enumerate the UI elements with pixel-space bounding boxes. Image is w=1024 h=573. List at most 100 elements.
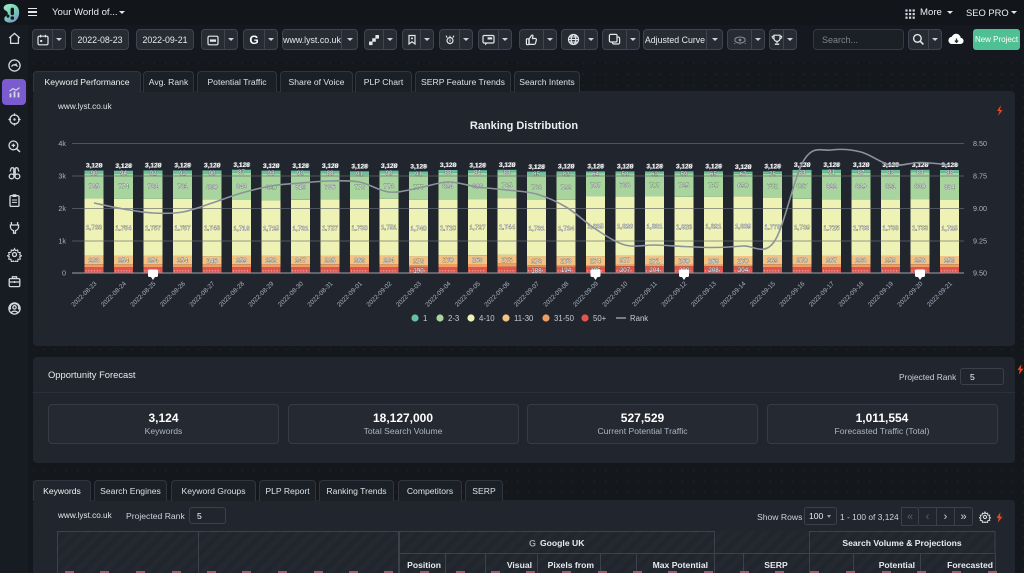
svg-text:3,128: 3,128 [469, 162, 486, 169]
svg-text:1,828: 1,828 [676, 224, 692, 231]
svg-text:91: 91 [356, 171, 363, 178]
svg-text:9.50: 9.50 [973, 269, 987, 278]
svg-text:246: 246 [207, 258, 218, 265]
svg-text:3,128: 3,128 [941, 162, 958, 169]
svg-text:263: 263 [856, 258, 867, 265]
svg-text:8.75: 8.75 [973, 172, 987, 181]
svg-text:1,754: 1,754 [116, 225, 132, 232]
svg-text:792: 792 [561, 184, 572, 191]
svg-text:773: 773 [384, 184, 395, 191]
svg-text:1,839: 1,839 [735, 224, 751, 231]
svg-text:810: 810 [295, 184, 306, 191]
svg-text:3k: 3k [58, 172, 66, 181]
svg-text:822: 822 [826, 184, 837, 191]
svg-text:3,128: 3,128 [587, 164, 604, 171]
svg-text:1,757: 1,757 [175, 225, 191, 232]
svg-text:3,128: 3,128 [823, 162, 840, 169]
svg-text:3,128: 3,128 [528, 164, 545, 171]
svg-text:252: 252 [266, 258, 277, 265]
svg-text:781: 781 [177, 184, 188, 191]
svg-text:1,725: 1,725 [942, 225, 958, 232]
svg-text:2022-09-03: 2022-09-03 [395, 280, 423, 308]
svg-text:31-50: 31-50 [554, 314, 575, 323]
svg-text:www.lyst.co.uk: www.lyst.co.uk [57, 102, 113, 111]
svg-text:707: 707 [590, 182, 601, 189]
svg-text:1,734: 1,734 [558, 225, 574, 232]
svg-text:800: 800 [207, 184, 218, 191]
svg-text:0: 0 [62, 269, 66, 278]
svg-text:2-3: 2-3 [448, 314, 459, 323]
svg-text:2022-09-20: 2022-09-20 [896, 280, 924, 308]
svg-text:2022-08-24: 2022-08-24 [100, 280, 128, 308]
svg-text:11-30: 11-30 [514, 314, 534, 323]
svg-text:263: 263 [89, 258, 100, 265]
svg-text:725: 725 [679, 182, 690, 189]
svg-text:3,128: 3,128 [263, 163, 280, 170]
svg-text:1,731: 1,731 [529, 226, 545, 233]
svg-text:254: 254 [148, 258, 159, 265]
svg-text:260: 260 [354, 258, 365, 265]
svg-text:707: 707 [649, 182, 660, 189]
svg-text:3,128: 3,128 [145, 163, 162, 170]
svg-text:843: 843 [236, 184, 247, 191]
svg-text:82: 82 [563, 171, 570, 178]
svg-text:1,727: 1,727 [322, 225, 338, 232]
svg-text:1: 1 [423, 314, 427, 323]
svg-text:Ranking Distribution: Ranking Distribution [470, 120, 578, 132]
svg-text:2022-09-18: 2022-09-18 [837, 280, 865, 308]
svg-text:1,831: 1,831 [647, 224, 663, 231]
svg-text:278: 278 [531, 258, 542, 265]
svg-text:247: 247 [295, 258, 306, 265]
svg-text:2022-09-10: 2022-09-10 [601, 280, 629, 308]
svg-text:3,128: 3,128 [115, 163, 132, 170]
svg-text:270: 270 [738, 258, 749, 265]
svg-text:4k: 4k [58, 139, 66, 148]
svg-text:796: 796 [325, 184, 336, 191]
svg-text:269: 269 [767, 257, 778, 264]
svg-text:58: 58 [622, 171, 629, 178]
svg-text:1,739: 1,739 [794, 225, 810, 232]
svg-text:88: 88 [946, 170, 953, 177]
svg-text:788: 788 [531, 185, 542, 192]
svg-text:3,128: 3,128 [705, 164, 722, 171]
svg-text:269: 269 [472, 257, 483, 264]
svg-text:1,748: 1,748 [204, 225, 220, 232]
svg-text:50+: 50+ [593, 314, 607, 323]
svg-text:8.50: 8.50 [973, 139, 987, 148]
svg-text:1,740: 1,740 [411, 225, 427, 232]
svg-text:91: 91 [828, 169, 835, 176]
svg-text:3,128: 3,128 [292, 163, 309, 170]
svg-text:785: 785 [502, 183, 513, 190]
svg-text:75: 75 [769, 171, 776, 178]
svg-text:2022-08-26: 2022-08-26 [159, 280, 187, 308]
svg-text:807: 807 [797, 183, 808, 190]
svg-text:2022-08-25: 2022-08-25 [129, 280, 157, 308]
svg-text:2022-09-21: 2022-09-21 [926, 280, 954, 308]
svg-text:83: 83 [917, 169, 924, 176]
svg-text:9.00: 9.00 [973, 204, 987, 213]
svg-text:2022-09-06: 2022-09-06 [483, 280, 511, 308]
svg-text:259: 259 [236, 258, 247, 265]
svg-text:264: 264 [384, 258, 395, 265]
svg-text:85: 85 [533, 171, 540, 178]
svg-text:275: 275 [502, 257, 513, 264]
svg-text:83: 83 [887, 169, 894, 176]
svg-text:2022-09-16: 2022-09-16 [778, 280, 806, 308]
svg-text:1,716: 1,716 [234, 225, 250, 232]
svg-text:1,725: 1,725 [824, 225, 840, 232]
svg-text:2022-09-05: 2022-09-05 [454, 280, 482, 308]
svg-text:1,733: 1,733 [853, 225, 869, 232]
svg-text:3,128: 3,128 [204, 163, 221, 170]
svg-text:717: 717 [708, 183, 719, 190]
svg-text:1,763: 1,763 [86, 224, 102, 231]
svg-text:1,727: 1,727 [470, 225, 486, 232]
svg-text:67: 67 [740, 171, 747, 178]
svg-text:2022-09-09: 2022-09-09 [572, 280, 600, 308]
svg-text:273: 273 [561, 258, 572, 265]
svg-text:267: 267 [826, 257, 837, 264]
svg-text:3,128: 3,128 [617, 164, 634, 171]
svg-text:3,128: 3,128 [233, 162, 250, 169]
svg-text:2022-09-19: 2022-09-19 [867, 280, 895, 308]
svg-text:765: 765 [89, 183, 100, 190]
svg-text:3,128: 3,128 [381, 163, 398, 170]
